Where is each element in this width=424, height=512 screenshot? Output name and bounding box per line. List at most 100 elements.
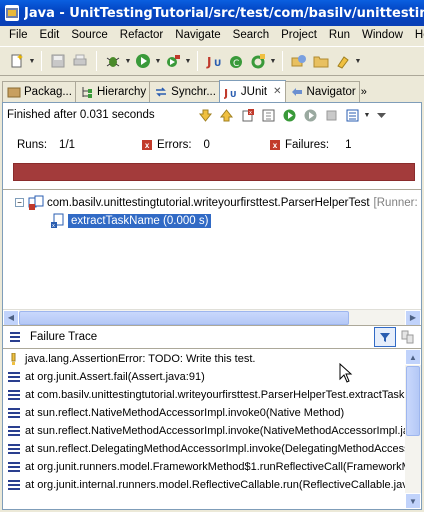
tab-synchronize[interactable]: Synchr... [149,81,220,102]
trace-row[interactable]: at sun.reflect.DelegatingMethodAccessorI… [3,440,405,457]
scroll-thumb[interactable] [406,366,420,436]
scroll-track[interactable] [19,310,405,326]
search-dropdown-icon[interactable]: ▼ [354,58,362,65]
toolbar-separator [197,51,198,71]
new-icon[interactable] [6,50,28,72]
scroll-right-icon[interactable]: ▶ [405,309,421,326]
trace-row[interactable]: at com.basilv.unittestingtutorial.writey… [3,386,405,403]
new-dropdown-icon[interactable]: ▼ [28,58,36,65]
history-dropdown-icon[interactable]: ▼ [363,112,371,119]
new-junit-icon[interactable]: JU [203,50,225,72]
tree-test-row[interactable]: x extractTaskName (0.000 s) [49,212,212,229]
trace-text: at com.basilv.unittestingtutorial.writey… [25,388,405,401]
title-bar[interactable]: Java - UnitTestingTutorial/src/test/com/… [0,0,424,26]
test-progress-bar [13,163,415,181]
tab-label: Packag... [24,86,72,98]
trace-vertical-scrollbar[interactable]: ▲ ▼ [405,349,421,509]
close-icon[interactable]: ✕ [273,86,281,97]
package-icon [7,85,21,99]
menu-refactor[interactable]: Refactor [114,29,169,41]
open-folder-icon[interactable] [310,50,332,72]
stop-icon[interactable] [321,105,342,125]
suite-name: com.basilv.unittestingtutorial.writeyour… [47,196,370,209]
stack-frame-icon [6,477,22,493]
svg-text:C: C [233,59,239,69]
print-icon[interactable] [69,50,91,72]
open-type-icon[interactable] [288,50,310,72]
search-icon[interactable] [332,50,354,72]
hierarchy-icon [80,85,94,99]
run-dropdown-icon[interactable]: ▼ [154,58,162,65]
trace-text: at sun.reflect.NativeMethodAccessorImpl.… [25,406,345,419]
tab-package-explorer[interactable]: Packag... [2,81,76,102]
filter-stack-trace-button[interactable] [374,327,396,347]
show-failures-only-icon[interactable]: x [237,105,258,125]
menu-run[interactable]: Run [323,29,356,41]
tab-label: JUnit [240,85,268,98]
previous-failure-icon[interactable] [216,105,237,125]
debug-dropdown-icon[interactable]: ▼ [124,58,132,65]
tree-horizontal-scrollbar[interactable]: ◀ ▶ [3,309,421,326]
trace-row[interactable]: at sun.reflect.NativeMethodAccessorImpl.… [3,404,405,421]
debug-icon[interactable] [102,50,124,72]
failure-trace-header: Failure Trace [3,325,421,349]
scroll-left-icon[interactable]: ◀ [3,309,19,326]
external-tools-icon[interactable] [162,50,184,72]
next-failure-icon[interactable] [195,105,216,125]
more-views-label: » [360,85,367,98]
collapse-icon[interactable]: − [15,198,24,207]
trace-text: at sun.reflect.NativeMethodAccessorImpl.… [25,424,405,437]
trace-row[interactable]: at org.junit.internal.runners.model.Refl… [3,476,405,493]
trace-text: java.lang.AssertionError: TODO: Write th… [25,352,256,365]
run-icon[interactable] [132,50,154,72]
test-suite-error-icon [28,195,44,211]
trace-tools [374,327,417,347]
more-views-button[interactable]: » [359,81,369,102]
tab-hierarchy[interactable]: Hierarchy [74,81,151,102]
view-menu-icon[interactable] [371,105,392,125]
rerun-failed-first-icon[interactable] [300,105,321,125]
test-run-history-icon[interactable] [342,105,363,125]
synchronize-icon [154,85,168,99]
runs-value: 1/1 [59,139,76,151]
external-tools-dropdown-icon[interactable]: ▼ [184,58,192,65]
menu-window[interactable]: Window [356,29,409,41]
tab-junit[interactable]: JU JUnit ✕ [218,80,286,102]
scroll-up-icon[interactable]: ▲ [405,349,421,365]
menu-navigate[interactable]: Navigate [169,29,226,41]
menu-edit[interactable]: Edit [34,29,66,41]
svg-text:U: U [214,59,221,69]
save-icon[interactable] [47,50,69,72]
trace-row[interactable]: at org.junit.runners.model.FrameworkMeth… [3,458,405,475]
trace-row[interactable]: at sun.reflect.NativeMethodAccessorImpl.… [3,422,405,439]
menu-source[interactable]: Source [65,29,113,41]
junit-tool-buttons: x ▼ [195,105,392,125]
menu-search[interactable]: Search [227,29,275,41]
menu-file[interactable]: File [3,29,34,41]
scroll-thumb[interactable] [19,310,349,325]
menu-help[interactable]: Help [409,29,424,41]
svg-text:U: U [230,90,237,99]
toolbar-separator [96,51,97,71]
menu-project[interactable]: Project [275,29,323,41]
rerun-test-icon[interactable] [279,105,300,125]
trace-text: at org.junit.Assert.fail(Assert.java:91) [25,370,205,383]
stack-frame-icon [6,441,22,457]
compare-result-icon[interactable] [399,327,417,347]
test-tree: − com.basilv.unittestingtutorial.writeyo… [3,189,421,309]
new-class-icon[interactable]: C [225,50,247,72]
junit-view: Finished after 0.031 seconds x ▼ Runs: 1… [2,102,422,510]
refresh-icon[interactable] [247,50,269,72]
scroll-lock-icon[interactable] [258,105,279,125]
test-error-icon: x [49,213,65,229]
java-perspective-icon [5,5,19,21]
scroll-down-icon[interactable]: ▼ [405,493,421,509]
navigator-icon [290,85,304,99]
menu-bar: File Edit Source Refactor Navigate Searc… [0,26,424,44]
tab-navigator[interactable]: Navigator [284,81,360,102]
stack-frame-icon [6,387,22,403]
tree-suite-row[interactable]: − com.basilv.unittestingtutorial.writeyo… [15,194,421,211]
stack-frame-icon [6,369,22,385]
svg-text:x: x [52,223,55,229]
new-type-dropdown-icon[interactable]: ▼ [269,58,277,65]
